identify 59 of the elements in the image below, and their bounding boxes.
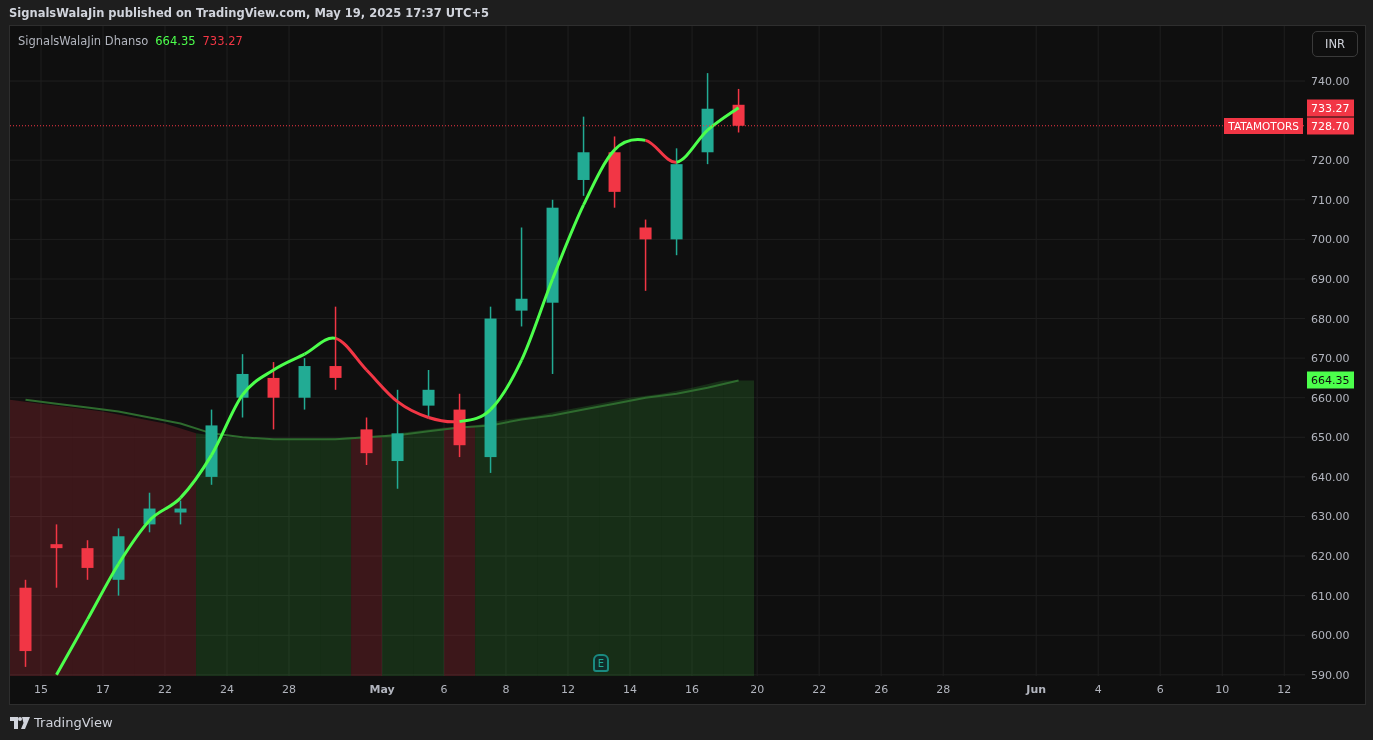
price-label: 720.00 [1311, 153, 1350, 167]
time-label: 16 [685, 683, 700, 696]
time-label: 12 [561, 683, 576, 696]
time-label: 22 [158, 683, 172, 696]
price-label: 640.00 [1311, 470, 1350, 484]
candlestick [298, 357, 311, 411]
time-label: 14 [623, 683, 638, 696]
candlestick [732, 88, 745, 134]
candlestick [422, 369, 435, 419]
candlestick [236, 353, 249, 419]
price-label: 740.00 [1311, 74, 1350, 88]
time-label: 8 [502, 683, 510, 696]
symbol-tag: TATAMOTORS [1224, 117, 1303, 134]
candlestick [143, 491, 156, 534]
time-label: 17 [96, 683, 110, 696]
price-label: 650.00 [1311, 430, 1350, 444]
currency-button[interactable]: INR [1312, 31, 1358, 57]
candlestick [453, 393, 466, 458]
earnings-marker[interactable]: E [593, 654, 609, 672]
price-label: 670.00 [1311, 351, 1350, 365]
price-label: 610.00 [1311, 589, 1350, 603]
indicator-value: 664.35 [155, 34, 196, 48]
candlestick [50, 523, 63, 589]
indicator-name: SignalsWalaJin Dhanso [18, 34, 149, 48]
time-label: 12 [1277, 683, 1292, 696]
price-label: 680.00 [1311, 312, 1350, 326]
price-label: 620.00 [1311, 549, 1350, 563]
time-label: 20 [750, 683, 765, 696]
indicator-value: 733.27 [202, 34, 243, 48]
time-label: 22 [812, 683, 827, 696]
price-tag: 733.27 [1307, 99, 1354, 117]
time-label: 28 [936, 683, 951, 696]
time-label: 6 [1156, 683, 1164, 696]
price-label: 710.00 [1311, 193, 1350, 207]
time-label: 24 [220, 683, 234, 696]
time-label: 26 [874, 683, 889, 696]
candlestick [267, 361, 280, 431]
price-tag: 728.70 [1307, 117, 1354, 135]
candlestick [112, 527, 125, 597]
time-label: 10 [1215, 683, 1230, 696]
price-label: 630.00 [1311, 509, 1350, 523]
brand-name: TradingView [34, 715, 113, 730]
price-label: 600.00 [1311, 628, 1350, 642]
time-label: 15 [34, 683, 48, 696]
candlestick [174, 499, 187, 526]
price-label: 690.00 [1311, 272, 1350, 286]
price-label: 660.00 [1311, 391, 1350, 405]
price-label: 590.00 [1311, 668, 1350, 682]
time-label: 4 [1094, 683, 1102, 696]
price-label: 700.00 [1311, 232, 1350, 246]
time-label: 28 [282, 683, 296, 696]
price-tag: 664.35 [1307, 372, 1354, 389]
time-label: Jun [1026, 683, 1047, 696]
time-label: 6 [440, 683, 448, 696]
time-label: May [369, 683, 395, 696]
candlestick [81, 539, 94, 581]
tradingview-logo-icon [10, 716, 30, 729]
publish-info: SignalsWalaJin published on TradingView.com, May 19, 2025 17:37 UTC+5 [9, 5, 489, 20]
candlestick [360, 416, 373, 466]
